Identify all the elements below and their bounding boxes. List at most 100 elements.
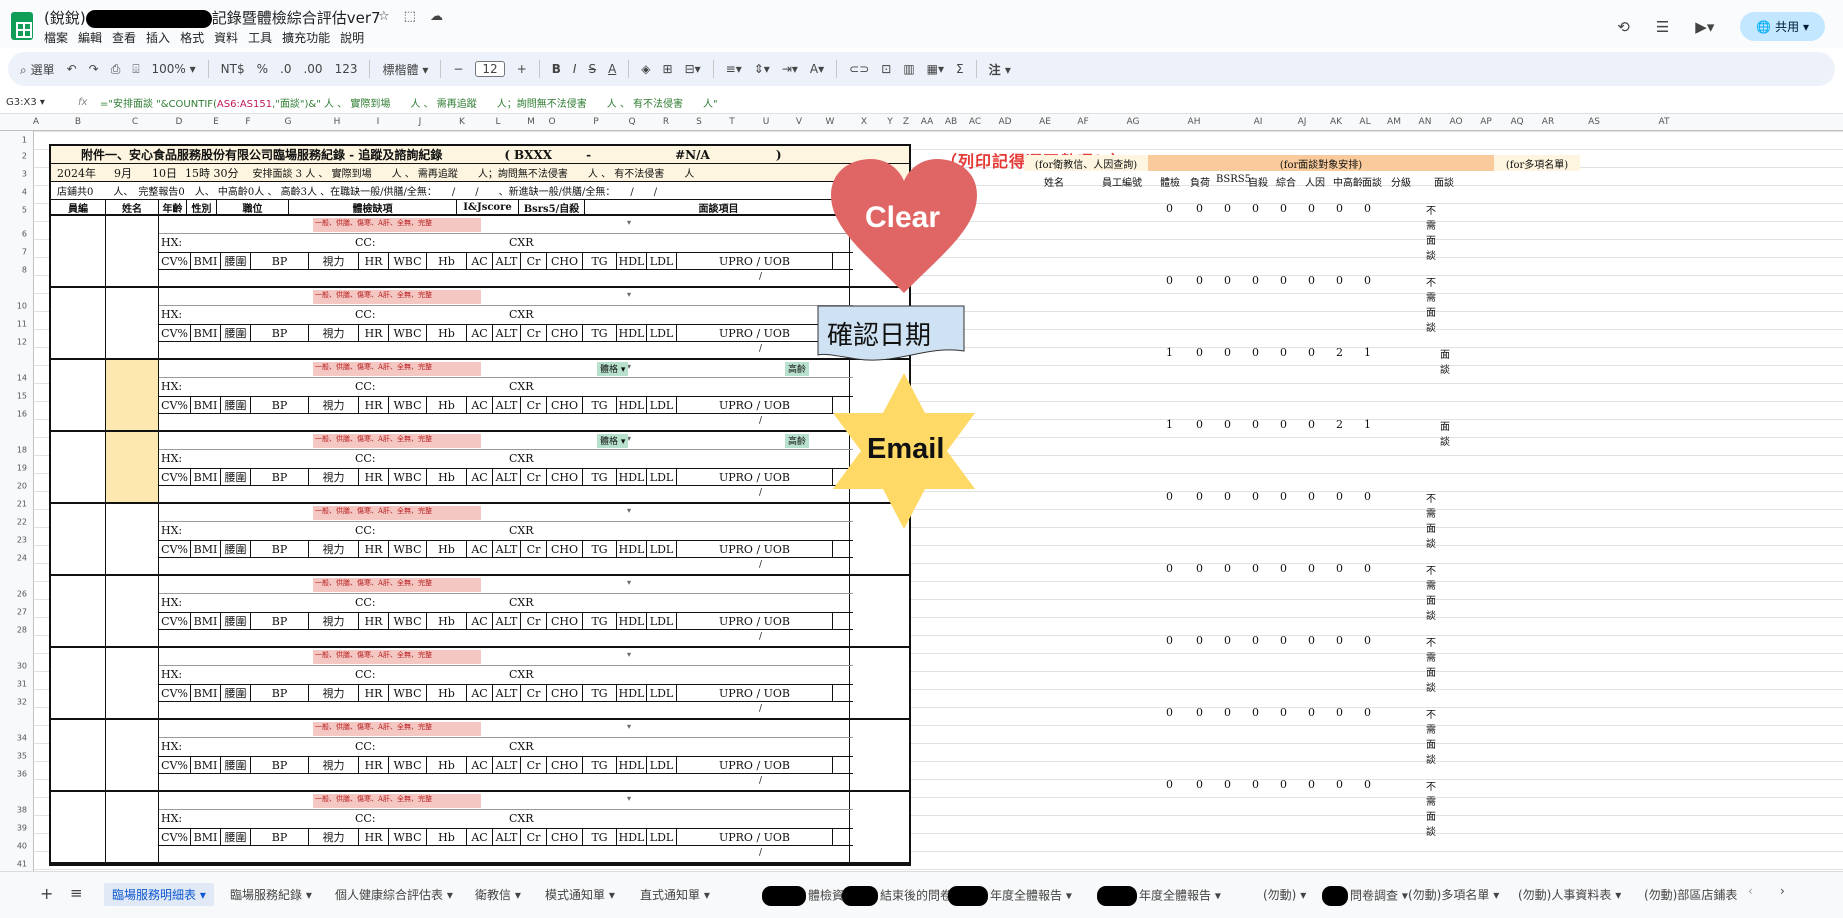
functions-button[interactable]: Σ	[956, 62, 964, 76]
employee-name-cell[interactable]	[106, 288, 159, 358]
column-header-cell[interactable]: Q	[628, 117, 635, 127]
column-header-cell[interactable]: AA	[921, 117, 934, 127]
row-header-cell[interactable]: 26	[17, 590, 27, 599]
row-header-cell[interactable]: 36	[17, 770, 27, 779]
row-header-cell[interactable]: 4	[22, 188, 27, 197]
row-header-cell[interactable]: 12	[17, 338, 27, 347]
panel-value-cell[interactable]: 2	[1336, 418, 1343, 431]
search-menus[interactable]: ⌕ 選單	[20, 61, 55, 78]
panel-value-cell[interactable]: 0	[1280, 490, 1287, 503]
cloud-status-icon[interactable]: ☁	[430, 9, 457, 24]
column-header-cell[interactable]: G	[285, 117, 292, 127]
panel-value-cell[interactable]: 0	[1224, 562, 1231, 575]
panel-value-cell[interactable]: 0	[1336, 706, 1343, 719]
interview-dropdown-icon[interactable]: ▾	[627, 506, 631, 515]
column-header-cell[interactable]: AH	[1188, 117, 1201, 127]
panel-value-cell[interactable]: 0	[1166, 778, 1173, 791]
panel-value-cell[interactable]: 0	[1280, 202, 1287, 215]
employee-name-cell[interactable]	[106, 576, 159, 646]
sheet-tab[interactable]: 問卷調查 ▾	[1322, 886, 1408, 906]
panel-value-cell[interactable]: 0	[1196, 346, 1203, 359]
panel-value-cell[interactable]: 0	[1166, 634, 1173, 647]
column-header-cell[interactable]: X	[861, 117, 867, 127]
panel-value-cell[interactable]: 1	[1166, 346, 1173, 359]
interview-result-cell[interactable]: 面談	[1440, 418, 1450, 448]
panel-value-cell[interactable]: 0	[1196, 634, 1203, 647]
row-header-cell[interactable]: 31	[17, 680, 27, 689]
interview-dropdown-icon[interactable]: ▾	[627, 794, 631, 803]
panel-value-cell[interactable]: 0	[1336, 778, 1343, 791]
menu-file[interactable]: 檔案	[44, 31, 68, 45]
sheet-tab[interactable]: 個人健康綜合評估表 ▾	[335, 886, 453, 903]
column-header-cell[interactable]: AS	[1588, 117, 1600, 127]
interview-result-cell[interactable]: 不需面談	[1426, 706, 1436, 766]
document-title[interactable]: (銳銳) 記錄暨體檢綜合評估ver7	[44, 7, 381, 28]
notes-cell[interactable]	[849, 792, 909, 862]
column-header-cell[interactable]: AO	[1449, 117, 1462, 127]
row-header-cell[interactable]: 10	[17, 302, 27, 311]
column-header-cell[interactable]: E	[213, 117, 219, 127]
panel-value-cell[interactable]: 0	[1308, 634, 1315, 647]
form-time[interactable]: 15時 30分	[185, 165, 239, 181]
missing-items-cell[interactable]: 一般、供膳、傷寒、A肝、全無、完整	[313, 362, 481, 376]
history-icon[interactable]: ⟲	[1617, 18, 1630, 36]
confirm-date-button[interactable]: 確認日期	[817, 305, 965, 363]
row-header-cell[interactable]: 5	[22, 206, 27, 215]
panel-value-cell[interactable]: 0	[1224, 274, 1231, 287]
zoom-select[interactable]: 100% ▾	[152, 62, 196, 76]
row-header-cell[interactable]: 30	[17, 662, 27, 671]
column-header-cell[interactable]: H	[334, 117, 341, 127]
column-header-cell[interactable]: U	[763, 117, 770, 127]
sheet-tab[interactable]: (勿動) ▾	[1263, 886, 1306, 903]
column-header-cell[interactable]: AB	[945, 117, 957, 127]
employee-name-cell[interactable]	[106, 360, 159, 430]
panel-value-cell[interactable]: 0	[1166, 490, 1173, 503]
sheet-grid[interactable]: 附件一、安心食品服務股份有限公司臨場服務紀錄 - 追蹤及諮詢紀錄 ( BXXX …	[34, 131, 1843, 871]
panel-value-cell[interactable]: 0	[1364, 274, 1371, 287]
sheet-tab[interactable]: 年度全體報告 ▾	[948, 886, 1072, 906]
row-header-cell[interactable]: 23	[17, 536, 27, 545]
panel-value-cell[interactable]: 0	[1364, 202, 1371, 215]
column-header-cell[interactable]: AD	[998, 117, 1011, 127]
column-header-cell[interactable]: AR	[1542, 117, 1554, 127]
sheet-tab[interactable]: (勿動)人事資料表 ▾	[1518, 886, 1621, 903]
number-format-button[interactable]: 123	[335, 62, 358, 76]
undo-icon[interactable]: ↶	[67, 62, 77, 76]
column-header-cell[interactable]: AN	[1419, 117, 1432, 127]
column-header-cell[interactable]: Y	[887, 117, 893, 127]
employee-id-cell[interactable]	[51, 288, 106, 358]
panel-value-cell[interactable]: 0	[1224, 706, 1231, 719]
borders-icon[interactable]: ⊞	[663, 62, 673, 76]
scroll-left-icon[interactable]: ‹	[1748, 884, 1753, 898]
row-header-cell[interactable]: 20	[17, 482, 27, 491]
menu-format[interactable]: 格式	[180, 31, 204, 45]
row-header-cell[interactable]: 39	[17, 824, 27, 833]
sheet-tab[interactable]: (勿動)部區店鋪表	[1644, 886, 1737, 903]
row-header-cell[interactable]: 35	[17, 752, 27, 761]
interview-tag-health[interactable]: 體格 ▾	[597, 362, 629, 376]
sheet-tab[interactable]: 衛教信 ▾	[475, 886, 521, 903]
panel-value-cell[interactable]: 0	[1308, 202, 1315, 215]
form-month[interactable]: 9月	[114, 165, 132, 181]
row-header-cell[interactable]: 28	[17, 626, 27, 635]
currency-button[interactable]: NT$	[221, 62, 245, 76]
notes-cell[interactable]	[849, 576, 909, 646]
menu-tools[interactable]: 工具	[248, 31, 272, 45]
decrease-decimal-button[interactable]: .0	[280, 62, 291, 76]
employee-id-cell[interactable]	[51, 504, 106, 574]
panel-value-cell[interactable]: 0	[1336, 202, 1343, 215]
column-header-cell[interactable]: AM	[1387, 117, 1401, 127]
panel-value-cell[interactable]: 0	[1336, 634, 1343, 647]
column-header-cell[interactable]: T	[729, 117, 735, 127]
fill-color-icon[interactable]: ◈	[641, 62, 650, 76]
panel-value-cell[interactable]: 0	[1224, 202, 1231, 215]
panel-value-cell[interactable]: 0	[1308, 706, 1315, 719]
panel-value-cell[interactable]: 1	[1364, 346, 1371, 359]
column-header-cell[interactable]: S	[696, 117, 702, 127]
form-schedule-summary[interactable]: 安排面談 3 人 、 實際到場 人 、 需再追蹤 人；詢問無不法侵害 人 、 有…	[253, 165, 695, 180]
column-header-cell[interactable]: AK	[1330, 117, 1342, 127]
star-icon[interactable]: ☆	[378, 9, 404, 24]
employee-id-cell[interactable]	[51, 648, 106, 718]
employee-name-cell[interactable]	[106, 432, 159, 502]
missing-items-cell[interactable]: 一般、供膳、傷寒、A肝、全無、完整	[313, 290, 481, 304]
